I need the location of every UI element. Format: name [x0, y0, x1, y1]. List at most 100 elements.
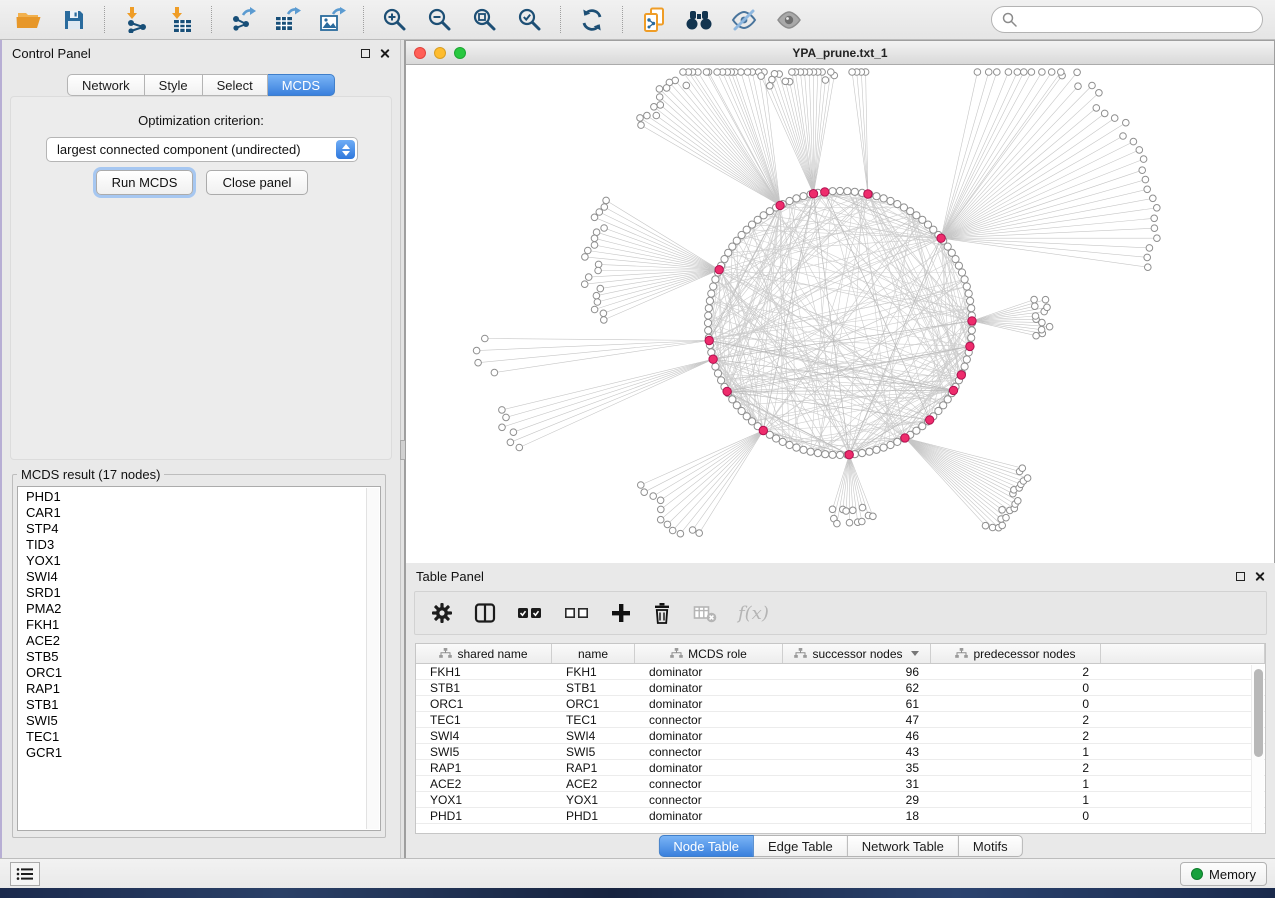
optimization-criterion-select[interactable]: largest connected component (undirected) — [46, 137, 358, 162]
delete-column-icon[interactable] — [652, 602, 672, 624]
table-cell[interactable]: FKH1 — [552, 664, 635, 679]
table-tab-motifs[interactable]: Motifs — [959, 835, 1023, 857]
table-cell[interactable]: YOX1 — [552, 792, 635, 807]
table-cell[interactable]: dominator — [635, 696, 783, 711]
mcds-result-item[interactable]: PMA2 — [18, 601, 380, 617]
table-cell[interactable]: SWI4 — [416, 728, 552, 743]
table-cell[interactable]: 35 — [783, 760, 931, 775]
table-cell[interactable]: connector — [635, 744, 783, 759]
table-cell[interactable]: 46 — [783, 728, 931, 743]
table-row[interactable]: SWI5SWI5connector431 — [416, 744, 1265, 760]
table-cell[interactable]: STB1 — [552, 680, 635, 695]
mcds-result-item[interactable]: STB1 — [18, 697, 380, 713]
table-cell[interactable]: 18 — [783, 808, 931, 823]
table-row[interactable]: FKH1FKH1dominator962 — [416, 664, 1265, 680]
settings-gear-icon[interactable] — [431, 602, 453, 624]
open-session-button[interactable] — [12, 4, 45, 36]
table-tab-network-table[interactable]: Network Table — [848, 835, 959, 857]
column-header-MCDS-role[interactable]: MCDS role — [635, 644, 783, 663]
table-cell[interactable]: YOX1 — [416, 792, 552, 807]
table-cell[interactable]: TEC1 — [552, 712, 635, 727]
export-table-button[interactable] — [271, 4, 304, 36]
tab-network[interactable]: Network — [67, 74, 145, 96]
zoom-fit-button[interactable] — [468, 4, 501, 36]
mcds-result-item[interactable]: SWI4 — [18, 569, 380, 585]
table-row[interactable]: ACE2ACE2connector311 — [416, 776, 1265, 792]
mcds-result-item[interactable]: STP4 — [18, 521, 380, 537]
table-cell[interactable]: 1 — [931, 792, 1101, 807]
table-cell[interactable]: RAP1 — [552, 760, 635, 775]
table-tab-edge-table[interactable]: Edge Table — [754, 835, 848, 857]
table-cell[interactable]: FKH1 — [416, 664, 552, 679]
mcds-list-scrollbar[interactable] — [366, 488, 379, 829]
mcds-result-item[interactable]: SRD1 — [18, 585, 380, 601]
mcds-result-item[interactable]: PHD1 — [18, 489, 380, 505]
table-row[interactable]: PHD1PHD1dominator180 — [416, 808, 1265, 824]
tab-select[interactable]: Select — [203, 74, 268, 96]
table-row[interactable]: STB1STB1dominator620 — [416, 680, 1265, 696]
table-cell[interactable]: dominator — [635, 760, 783, 775]
table-cell[interactable]: 2 — [931, 728, 1101, 743]
table-cell[interactable]: ACE2 — [416, 776, 552, 791]
first-neighbors-button[interactable] — [682, 4, 715, 36]
close-panel-button-2[interactable]: Close panel — [206, 170, 308, 195]
close-table-panel-button[interactable] — [1254, 571, 1265, 582]
table-cell[interactable]: dominator — [635, 808, 783, 823]
table-tab-node-table[interactable]: Node Table — [658, 835, 754, 857]
export-image-button[interactable] — [316, 4, 349, 36]
table-cell[interactable]: 43 — [783, 744, 931, 759]
column-header-shared-name[interactable]: shared name — [416, 644, 552, 663]
table-cell[interactable]: dominator — [635, 680, 783, 695]
table-cell[interactable]: ORC1 — [552, 696, 635, 711]
zoom-selected-button[interactable] — [513, 4, 546, 36]
table-cell[interactable]: 31 — [783, 776, 931, 791]
table-cell[interactable]: connector — [635, 776, 783, 791]
table-scrollbar[interactable] — [1251, 665, 1264, 832]
table-cell[interactable]: 1 — [931, 776, 1101, 791]
import-network-button[interactable] — [119, 4, 152, 36]
table-cell[interactable]: 2 — [931, 760, 1101, 775]
add-column-icon[interactable] — [611, 603, 631, 623]
select-all-rows-icon[interactable] — [517, 605, 543, 621]
table-cell[interactable]: dominator — [635, 664, 783, 679]
table-scrollbar-thumb[interactable] — [1254, 669, 1263, 757]
zoom-in-button[interactable] — [378, 4, 411, 36]
table-cell[interactable]: SWI4 — [552, 728, 635, 743]
table-cell[interactable]: ORC1 — [416, 696, 552, 711]
table-cell[interactable]: connector — [635, 712, 783, 727]
table-cell[interactable]: 2 — [931, 664, 1101, 679]
mcds-result-item[interactable]: CAR1 — [18, 505, 380, 521]
mcds-result-item[interactable]: SWI5 — [18, 713, 380, 729]
hide-selected-button[interactable] — [727, 4, 760, 36]
table-cell[interactable]: 29 — [783, 792, 931, 807]
mcds-result-item[interactable]: TEC1 — [18, 729, 380, 745]
table-cell[interactable]: 47 — [783, 712, 931, 727]
table-row[interactable]: YOX1YOX1connector291 — [416, 792, 1265, 808]
table-cell[interactable]: TEC1 — [416, 712, 552, 727]
task-history-button[interactable] — [10, 862, 40, 886]
network-canvas[interactable] — [406, 66, 1274, 563]
table-cell[interactable]: 0 — [931, 696, 1101, 711]
table-cell[interactable]: 0 — [931, 808, 1101, 823]
save-session-button[interactable] — [57, 4, 90, 36]
export-network-button[interactable] — [226, 4, 259, 36]
table-cell[interactable]: 61 — [783, 696, 931, 711]
float-table-panel-button[interactable] — [1236, 572, 1245, 581]
mcds-result-item[interactable]: ACE2 — [18, 633, 380, 649]
table-cell[interactable]: dominator — [635, 728, 783, 743]
column-header-predecessor-nodes[interactable]: predecessor nodes — [931, 644, 1101, 663]
clone-network-button[interactable] — [637, 4, 670, 36]
close-panel-button[interactable] — [379, 48, 390, 59]
table-cell[interactable]: 2 — [931, 712, 1101, 727]
mcds-result-item[interactable]: YOX1 — [18, 553, 380, 569]
import-table-button[interactable] — [164, 4, 197, 36]
delete-table-icon[interactable] — [693, 602, 717, 624]
table-cell[interactable]: SWI5 — [552, 744, 635, 759]
table-cell[interactable]: PHD1 — [552, 808, 635, 823]
table-cell[interactable]: PHD1 — [416, 808, 552, 823]
tab-mcds[interactable]: MCDS — [268, 74, 335, 96]
table-row[interactable]: SWI4SWI4dominator462 — [416, 728, 1265, 744]
mcds-result-item[interactable]: ORC1 — [18, 665, 380, 681]
mcds-result-item[interactable]: STB5 — [18, 649, 380, 665]
table-row[interactable]: RAP1RAP1dominator352 — [416, 760, 1265, 776]
